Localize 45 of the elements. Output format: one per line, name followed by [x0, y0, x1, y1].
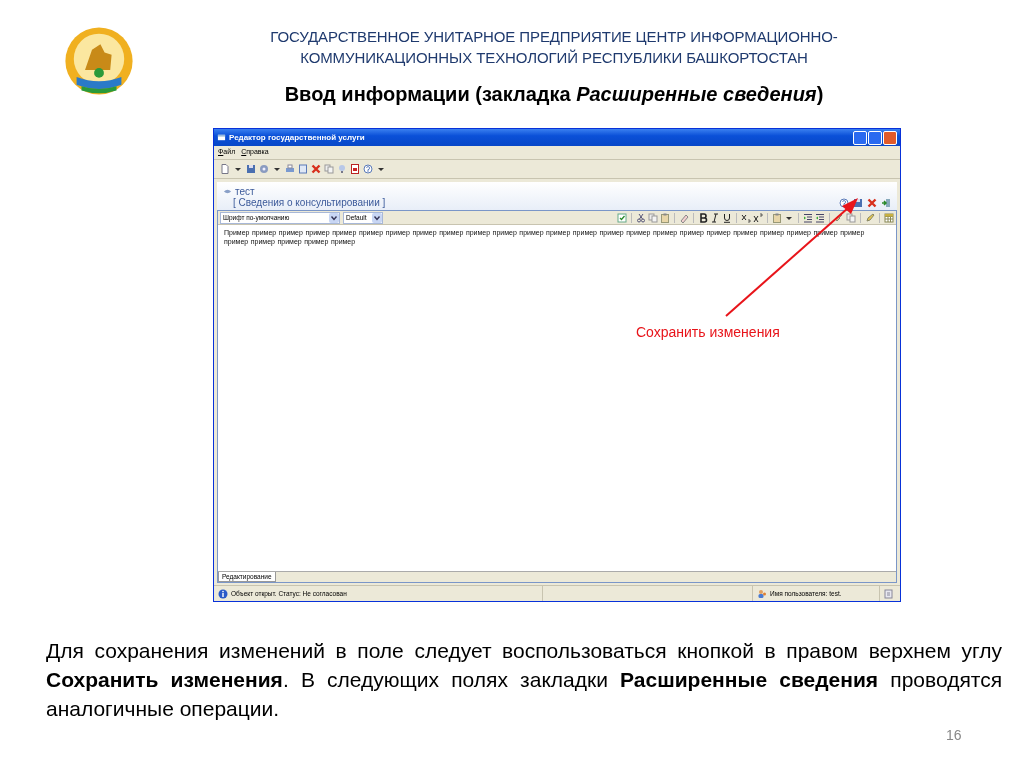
eye-icon	[223, 187, 232, 196]
document-name: тест	[235, 186, 255, 197]
organization-name: ГОСУДАРСТВЕННОЕ УНИТАРНОЕ ПРЕДПРИЯТИЕ ЦЕНТР ИНФОРМАЦИОННО-	[270, 27, 838, 47]
caption-text: Для сохранения изменений в поле следует воспользоваться кнопкой в правом верхнем углу Сохранить изменения. В следующих полях закладки Расширенные сведения проводятся аналогичные операции.	[46, 638, 1002, 722]
copy-icon[interactable]	[846, 212, 856, 223]
superscript-icon[interactable]	[753, 212, 763, 223]
annotation-label: Сохранить изменения	[636, 324, 780, 340]
pencil-icon[interactable]	[865, 212, 875, 223]
app-icon	[217, 133, 226, 142]
close-button[interactable]	[883, 130, 897, 145]
delete-icon[interactable]	[867, 197, 877, 208]
delete-icon[interactable]	[311, 164, 321, 174]
outdent-icon[interactable]	[815, 212, 825, 223]
help-icon[interactable]	[363, 164, 373, 174]
italic-icon[interactable]	[710, 212, 720, 223]
lightbulb-icon[interactable]	[337, 164, 347, 174]
clipboard-icon[interactable]	[660, 212, 670, 223]
subscript-icon[interactable]	[741, 212, 751, 223]
emblem-drawing	[64, 26, 134, 96]
users-icon	[757, 588, 767, 599]
scissors-icon[interactable]	[636, 212, 646, 223]
document-subtitle: [ Сведения о консультировании ]	[233, 197, 386, 208]
eraser-icon[interactable]	[679, 212, 689, 223]
document-icon[interactable]	[298, 164, 308, 174]
link-icon[interactable]	[834, 212, 844, 223]
table-icon[interactable]	[884, 212, 894, 223]
minimize-button[interactable]	[853, 130, 867, 145]
save-icon[interactable]	[246, 164, 256, 174]
info-icon	[218, 588, 228, 599]
underline-icon[interactable]	[722, 212, 732, 223]
slide-title: Ввод информации (закладка Расширенные сведения)	[284, 83, 824, 106]
page-number: 16	[946, 727, 962, 743]
organization-name: КОММУНИКАЦИОННЫХ ТЕХНОЛОГИЙ РЕСПУБЛИКИ БАШКОРТОСТАН	[300, 48, 808, 68]
page-icon[interactable]	[220, 164, 230, 174]
exit-icon[interactable]	[881, 197, 891, 208]
resize-grip-icon	[884, 588, 894, 599]
window-title: Редактор государственной услуги	[229, 133, 366, 142]
maximize-button[interactable]	[868, 130, 882, 145]
check-icon[interactable]	[617, 212, 627, 223]
bold-icon[interactable]	[698, 212, 708, 223]
dropdown-icon[interactable]	[329, 212, 339, 223]
clipboard-icon[interactable]	[772, 212, 782, 223]
pdf-icon[interactable]	[350, 164, 360, 174]
dropdown-icon[interactable]	[372, 212, 382, 223]
indent-icon[interactable]	[803, 212, 813, 223]
